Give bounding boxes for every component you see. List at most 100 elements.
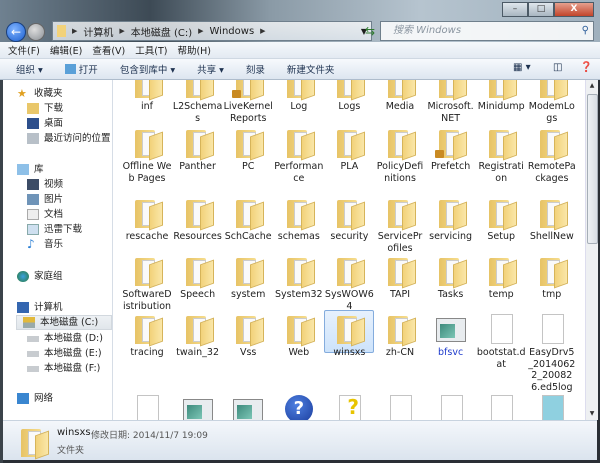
breadcrumb-windows[interactable]: Windows: [210, 26, 255, 37]
sidebar-item-drive-e[interactable]: 本地磁盘 (E:): [27, 346, 102, 361]
close-button[interactable]: X: [554, 2, 594, 17]
file-item[interactable]: Vss: [223, 314, 273, 359]
maximize-button[interactable]: □: [528, 2, 554, 17]
file-item[interactable]: system: [223, 256, 273, 301]
preview-pane-icon[interactable]: ◫: [553, 62, 562, 73]
sidebar-item-videos[interactable]: 视频: [27, 177, 63, 192]
file-item[interactable]: Speech: [173, 256, 223, 301]
back-button[interactable]: ←: [6, 22, 26, 42]
file-item[interactable]: zh-CN: [375, 314, 425, 359]
file-item[interactable]: ?: [324, 395, 374, 420]
open-button[interactable]: 打开: [64, 62, 98, 76]
file-item[interactable]: rescache: [122, 198, 172, 243]
sidebar-item-recent[interactable]: 最近访问的位置: [27, 131, 111, 146]
menu-file[interactable]: 文件(F): [8, 43, 40, 57]
file-item[interactable]: bfsvc: [426, 314, 476, 359]
file-item[interactable]: temp: [476, 256, 526, 301]
file-item[interactable]: SoftwareDistribution: [122, 256, 172, 312]
file-item[interactable]: Minidump: [476, 80, 526, 113]
file-item[interactable]: Microsoft.NET: [426, 80, 476, 124]
file-item[interactable]: ShellNew: [527, 198, 577, 243]
file-item[interactable]: twain_32: [173, 314, 223, 359]
breadcrumb-drive-c[interactable]: 本地磁盘 (C:): [131, 24, 192, 39]
menu-help[interactable]: 帮助(H): [177, 43, 211, 57]
scroll-down-arrow-icon[interactable]: ▼: [586, 408, 598, 420]
new-folder-button[interactable]: 新建文件夹: [287, 62, 335, 76]
file-item[interactable]: ServiceProfiles: [375, 198, 425, 254]
sidebar-item-drive-f[interactable]: 本地磁盘 (F:): [27, 361, 100, 376]
breadcrumb-computer[interactable]: 计算机: [83, 24, 113, 39]
burn-button[interactable]: 刻录: [246, 62, 265, 76]
file-item[interactable]: ModemLogs: [527, 80, 577, 124]
sidebar-item-drive-d[interactable]: 本地磁盘 (D:): [27, 331, 103, 346]
file-item[interactable]: Setup: [476, 198, 526, 243]
menu-view[interactable]: 查看(V): [92, 43, 125, 57]
chevron-right-icon[interactable]: ▶: [119, 27, 124, 35]
file-item[interactable]: Prefetch: [426, 128, 476, 173]
file-item[interactable]: Logs: [324, 80, 374, 113]
sidebar-item-pictures[interactable]: 图片: [27, 192, 63, 207]
file-item[interactable]: [426, 395, 476, 420]
file-item[interactable]: SchCache: [223, 198, 273, 243]
sidebar-item-drive-c[interactable]: 本地磁盘 (C:): [16, 315, 112, 330]
file-item[interactable]: PolicyDefinitions: [375, 128, 425, 184]
include-in-library-button[interactable]: 包含到库中 ▾: [120, 62, 175, 76]
file-item[interactable]: Registration: [476, 128, 526, 184]
address-bar[interactable]: ▶ 计算机 ▶ 本地磁盘 (C:) ▶ Windows ▶ ▼: [52, 21, 372, 41]
menu-edit[interactable]: 编辑(E): [50, 43, 82, 57]
file-item[interactable]: System32: [274, 256, 324, 301]
file-item[interactable]: LiveKernelReports: [223, 80, 273, 124]
file-item[interactable]: Log: [274, 80, 324, 113]
sidebar-network[interactable]: 网络: [17, 391, 53, 406]
organize-button[interactable]: 组织 ▾: [16, 62, 43, 76]
file-item[interactable]: security: [324, 198, 374, 243]
sidebar-item-downloads[interactable]: 下载: [27, 101, 63, 116]
file-item[interactable]: tmp: [527, 256, 577, 301]
file-item[interactable]: PLA: [324, 128, 374, 173]
chevron-right-icon[interactable]: ▶: [260, 27, 265, 35]
sidebar-item-documents[interactable]: 文档: [27, 207, 63, 222]
scroll-up-arrow-icon[interactable]: ▲: [586, 80, 598, 92]
file-item[interactable]: schemas: [274, 198, 324, 243]
file-item[interactable]: [122, 395, 172, 420]
help-icon[interactable]: ❓: [580, 62, 592, 73]
file-item[interactable]: servicing: [426, 198, 476, 243]
file-item[interactable]: tracing: [122, 314, 172, 359]
file-item[interactable]: [527, 395, 577, 420]
file-item[interactable]: [476, 395, 526, 420]
file-item[interactable]: Panther: [173, 128, 223, 173]
sidebar-item-desktop[interactable]: 桌面: [27, 116, 63, 131]
file-item[interactable]: Web: [274, 314, 324, 359]
file-item[interactable]: Resources: [173, 198, 223, 243]
share-button[interactable]: 共享 ▾: [197, 62, 224, 76]
file-item[interactable]: SysWOW64: [324, 256, 374, 312]
forward-button[interactable]: [27, 23, 45, 41]
sidebar-library[interactable]: 库: [17, 162, 44, 177]
file-item[interactable]: inf: [122, 80, 172, 113]
file-item[interactable]: Performance: [274, 128, 324, 184]
file-item[interactable]: EasyDrv5_20140622_200826.ed5log: [527, 314, 577, 393]
chevron-right-icon[interactable]: ▶: [198, 27, 203, 35]
file-item[interactable]: Tasks: [426, 256, 476, 301]
file-item[interactable]: [375, 395, 425, 420]
vertical-scrollbar[interactable]: ▲ ▼: [585, 80, 598, 420]
minimize-button[interactable]: –: [502, 2, 528, 17]
file-item[interactable]: [173, 395, 223, 420]
chevron-right-icon[interactable]: ▶: [72, 27, 77, 35]
sidebar-computer[interactable]: 计算机: [17, 300, 63, 315]
file-item[interactable]: ?: [274, 395, 324, 420]
file-item[interactable]: RemotePackages: [527, 128, 577, 184]
file-item[interactable]: L2Schemas: [173, 80, 223, 124]
file-item[interactable]: [223, 395, 273, 420]
file-item[interactable]: winsxs: [324, 310, 375, 358]
scrollbar-thumb[interactable]: [587, 94, 598, 244]
search-input[interactable]: 搜索 Windows ⚲: [380, 21, 594, 41]
sidebar-favorites[interactable]: ★ 收藏夹: [17, 86, 63, 101]
file-item[interactable]: PC: [223, 128, 273, 173]
sidebar-item-xunlei[interactable]: 迅雷下载: [27, 222, 82, 237]
file-item[interactable]: Media: [375, 80, 425, 113]
menu-tools[interactable]: 工具(T): [135, 43, 167, 57]
view-options-icon[interactable]: ▦ ▾: [513, 62, 531, 73]
search-icon[interactable]: ⚲: [582, 22, 589, 40]
file-item[interactable]: bootstat.dat: [476, 314, 526, 370]
